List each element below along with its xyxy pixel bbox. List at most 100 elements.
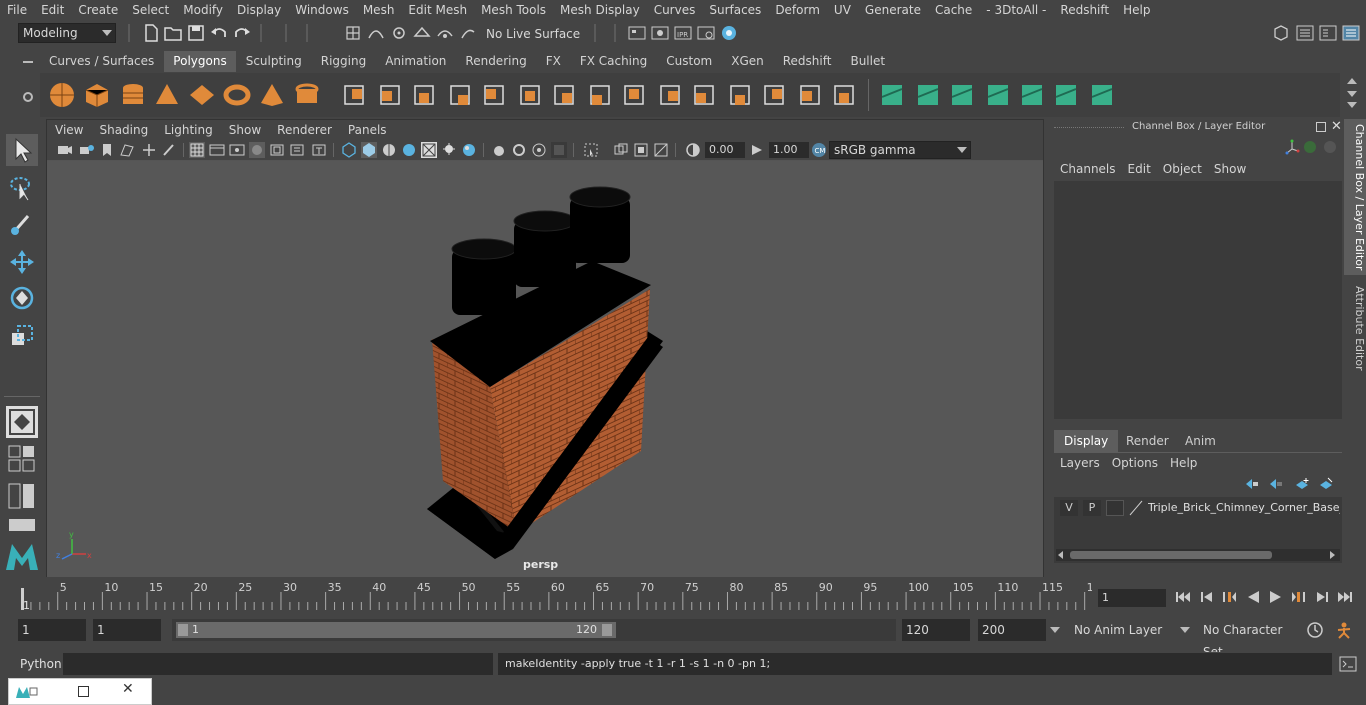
- shelf-tab-rigging[interactable]: Rigging: [311, 51, 376, 72]
- shelf-tab-rendering[interactable]: Rendering: [456, 51, 536, 72]
- hypershade-icon[interactable]: [720, 24, 738, 42]
- command-input[interactable]: [63, 653, 493, 675]
- viewport-menu-lighting[interactable]: Lighting: [156, 123, 221, 137]
- layer-row[interactable]: V P Triple_Brick_Chimney_Corner_Base_001: [1056, 499, 1340, 517]
- render-settings-icon[interactable]: [697, 24, 715, 42]
- layer-visibility-toggle[interactable]: V: [1060, 500, 1078, 516]
- undo-icon[interactable]: [210, 24, 228, 42]
- shelf-tab-fx-caching[interactable]: FX Caching: [570, 51, 657, 72]
- select-tool[interactable]: [6, 134, 38, 166]
- xray-icon[interactable]: [583, 142, 599, 158]
- character-set-dropdown[interactable]: No Character Set: [1197, 619, 1301, 659]
- time-slider[interactable]: 5 10 15 20 25 30 35 40 45 50 55 60 65 70 75 80 85 90 95 100…: [0, 578, 1366, 614]
- motion-blur-icon[interactable]: [491, 142, 507, 158]
- wireframe-on-shaded-icon[interactable]: [381, 142, 397, 158]
- chevron-right-icon[interactable]: [1330, 551, 1335, 559]
- snap-view-plane-icon[interactable]: [413, 24, 431, 42]
- offset-edge-loop-icon[interactable]: [796, 81, 824, 109]
- tool-settings-toggle-icon[interactable]: [1319, 24, 1337, 42]
- close-icon[interactable]: ✕: [1331, 119, 1342, 134]
- camera-icon[interactable]: [57, 142, 73, 158]
- open-scene-icon[interactable]: [164, 24, 182, 42]
- channel-box-menu-channels[interactable]: Channels: [1054, 159, 1122, 179]
- layer-playback-toggle[interactable]: P: [1083, 500, 1101, 516]
- layout-icon[interactable]: [8, 445, 36, 473]
- resolution-gate-icon[interactable]: [229, 142, 245, 158]
- anti-aliasing-icon[interactable]: [511, 142, 527, 158]
- layer-display-type-toggle[interactable]: [1106, 500, 1124, 516]
- time-ruler[interactable]: 5 10 15 20 25 30 35 40 45 50 55 60 65 70 75 80 85 90 95 100…: [18, 578, 1092, 614]
- tab-render[interactable]: Render: [1116, 430, 1179, 452]
- smooth-shade-icon[interactable]: [361, 142, 377, 158]
- snap-surface-icon[interactable]: [436, 24, 454, 42]
- shelf-menu-icon[interactable]: [23, 61, 33, 63]
- layer-menu-options[interactable]: Options: [1106, 453, 1164, 473]
- viewport-menu-view[interactable]: View: [47, 123, 91, 137]
- script-editor-icon[interactable]: [1339, 656, 1357, 672]
- channel-box-toggle-icon[interactable]: [1342, 24, 1360, 42]
- safe-title-icon[interactable]: [311, 142, 327, 158]
- chevron-down-icon[interactable]: [1050, 627, 1060, 633]
- range-slider[interactable]: 1 120: [172, 619, 896, 641]
- step-forward-icon[interactable]: [1314, 590, 1330, 604]
- menu-curves[interactable]: Curves: [647, 0, 703, 20]
- chimney-model[interactable]: x y z: [47, 161, 1043, 577]
- move-layer-down-icon[interactable]: [1268, 477, 1284, 491]
- playback-end-field[interactable]: 120: [902, 619, 970, 641]
- ipr-render-icon[interactable]: IPR: [674, 24, 692, 42]
- menu-3dtoall[interactable]: - 3DtoAll -: [979, 0, 1053, 20]
- render-frame-icon[interactable]: [628, 24, 646, 42]
- poly-pyramid-icon[interactable]: [258, 81, 286, 109]
- menu-deform[interactable]: Deform: [768, 0, 827, 20]
- planar-mapping-icon[interactable]: [948, 81, 976, 109]
- channel-list[interactable]: [1054, 181, 1342, 419]
- tab-channel-box-layer-editor[interactable]: Channel Box / Layer Editor: [1344, 119, 1366, 275]
- bevel-icon[interactable]: [550, 81, 578, 109]
- layer-horizontal-scrollbar[interactable]: [1056, 549, 1340, 561]
- animation-start-field[interactable]: 1: [18, 619, 86, 641]
- move-layer-up-icon[interactable]: [1244, 477, 1260, 491]
- range-start-handle[interactable]: [178, 624, 188, 636]
- menu-create[interactable]: Create: [71, 0, 125, 20]
- close-icon[interactable]: ✕: [122, 681, 134, 697]
- animation-preferences-icon[interactable]: [1334, 621, 1354, 639]
- shelf-tab-animation[interactable]: Animation: [376, 51, 456, 72]
- go-to-end-icon[interactable]: [1337, 590, 1353, 604]
- shelf-tab-curves-surfaces[interactable]: Curves / Surfaces: [40, 51, 164, 72]
- live-surface-field[interactable]: No Live Surface: [482, 25, 582, 43]
- maya-window-icon[interactable]: [15, 685, 39, 699]
- menu-uv[interactable]: UV: [827, 0, 858, 20]
- chevron-down-icon[interactable]: [1180, 627, 1190, 633]
- gear-icon[interactable]: [22, 91, 34, 103]
- viewport-menu-show[interactable]: Show: [221, 123, 269, 137]
- exposure-field[interactable]: 0.00: [705, 142, 745, 158]
- menu-mesh-display[interactable]: Mesh Display: [553, 0, 647, 20]
- menu-cache[interactable]: Cache: [928, 0, 979, 20]
- menu-windows[interactable]: Windows: [288, 0, 356, 20]
- booleans-icon[interactable]: [480, 81, 508, 109]
- grid-icon[interactable]: [189, 142, 205, 158]
- xray-joints-icon[interactable]: [613, 142, 629, 158]
- menu-generate[interactable]: Generate: [858, 0, 928, 20]
- menu-redshift[interactable]: Redshift: [1053, 0, 1116, 20]
- viewport-menu-shading[interactable]: Shading: [91, 123, 156, 137]
- menu-select[interactable]: Select: [125, 0, 176, 20]
- menu-modify[interactable]: Modify: [176, 0, 230, 20]
- 2d-pan-zoom-icon[interactable]: [141, 142, 157, 158]
- drag-handle[interactable]: [1054, 127, 1124, 129]
- status-dot-icon[interactable]: [1304, 141, 1316, 153]
- field-chart-icon[interactable]: [269, 142, 285, 158]
- shelf-scroll[interactable]: [1344, 76, 1360, 112]
- step-back-key-icon[interactable]: [1221, 590, 1237, 604]
- wireframe-icon[interactable]: [341, 142, 357, 158]
- tab-attribute-editor[interactable]: Attribute Editor: [1344, 283, 1366, 373]
- anim-layer-dropdown[interactable]: No Anim Layer: [1068, 619, 1172, 641]
- snap-point-icon[interactable]: [390, 24, 408, 42]
- layout-two-panes-icon[interactable]: [8, 483, 36, 509]
- multi-cut-icon[interactable]: [656, 81, 684, 109]
- menu-help[interactable]: Help: [1116, 0, 1157, 20]
- move-tool[interactable]: [6, 246, 38, 278]
- paint-select-tool[interactable]: [6, 208, 38, 240]
- cylindrical-mapping-icon[interactable]: [1018, 81, 1046, 109]
- redo-icon[interactable]: [233, 24, 251, 42]
